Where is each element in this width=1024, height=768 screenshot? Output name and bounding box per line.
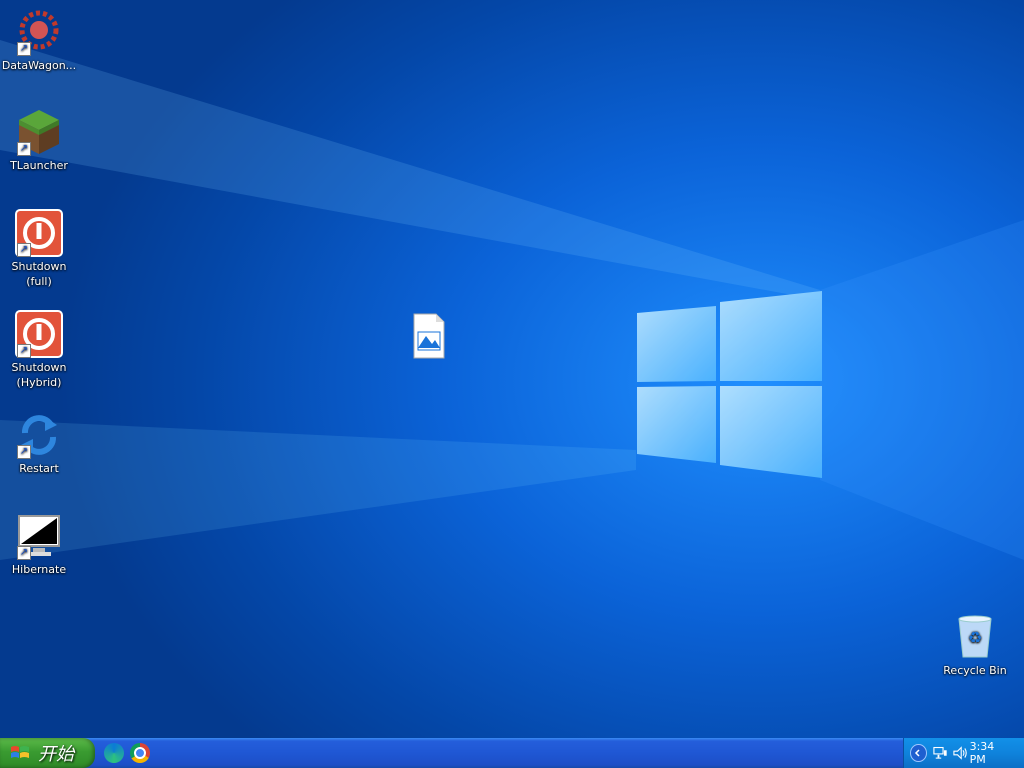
image-file-icon: [404, 312, 452, 360]
start-button[interactable]: 开始: [0, 738, 95, 768]
network-icon[interactable]: [932, 746, 948, 760]
shortcut-arrow-icon: ↗: [17, 546, 31, 560]
refresh-icon: ↗: [15, 411, 63, 459]
shortcut-arrow-icon: ↗: [17, 445, 31, 459]
grass-block-icon: ↗: [15, 108, 63, 156]
clock[interactable]: 3:34 PM: [970, 740, 1010, 766]
desktop-icon-label: Shutdown (full): [11, 260, 67, 288]
desktop-icon-label: DataWagon...: [1, 59, 77, 72]
wallpaper: [0, 40, 1024, 560]
desktop-icon-label: TLauncher: [10, 159, 68, 172]
shortcut-arrow-icon: ↗: [17, 142, 31, 156]
edge-icon[interactable]: [104, 743, 124, 763]
desktop-icon-shutdown-full[interactable]: ↗ Shutdown (full): [0, 209, 78, 289]
shortcut-arrow-icon: ↗: [17, 344, 31, 358]
desktop-icon-shutdown-hybrid[interactable]: ↗ Shutdown (Hybrid): [0, 310, 78, 390]
svg-text:♻: ♻: [968, 628, 982, 647]
power-icon: ↗: [15, 310, 63, 358]
desktop-icon-tlauncher[interactable]: ↗ TLauncher: [0, 108, 78, 173]
power-icon: ↗: [15, 209, 63, 257]
desktop-icon-hibernate[interactable]: ↗ Hibernate: [0, 512, 78, 577]
desktop-icon-image-file[interactable]: [389, 312, 467, 362]
windows-flag-icon: [11, 746, 29, 758]
chevron-left-icon[interactable]: [910, 744, 927, 762]
windows-logo: [637, 291, 822, 478]
start-label: 开始: [38, 744, 74, 765]
chrome-icon[interactable]: [130, 743, 150, 763]
shortcut-arrow-icon: ↗: [17, 243, 31, 257]
desktop-icon-datawagon[interactable]: ↗ DataWagon...: [0, 8, 78, 73]
gear-logo-icon: ↗: [15, 8, 63, 56]
recycle-bin-icon: ♻: [951, 613, 999, 661]
desktop-icon-label: Hibernate: [11, 563, 67, 576]
monitor-icon: ↗: [15, 512, 63, 560]
shortcut-arrow-icon: ↗: [17, 42, 31, 56]
desktop-icon-label: Shutdown (Hybrid): [11, 361, 67, 389]
volume-icon[interactable]: [953, 746, 969, 760]
desktop-icon-recycle-bin[interactable]: ♻ Recycle Bin: [936, 613, 1014, 678]
taskbar: 开始 3:34 PM: [0, 738, 1024, 768]
system-tray: 3:34 PM: [903, 738, 1024, 768]
desktop-icon-label: Recycle Bin: [943, 664, 1007, 677]
desktop-icon-label: Restart: [19, 462, 59, 475]
quick-launch: [104, 743, 150, 763]
desktop-icon-restart[interactable]: ↗ Restart: [0, 411, 78, 476]
